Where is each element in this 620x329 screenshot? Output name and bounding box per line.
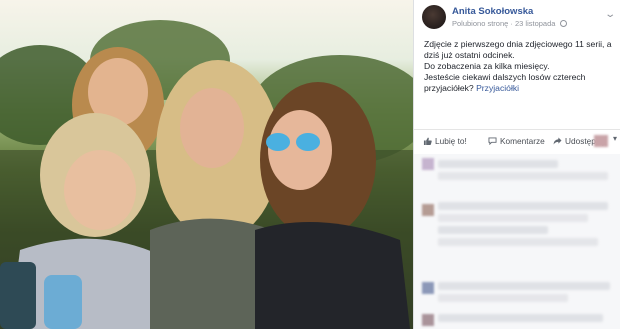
comment-icon (488, 137, 497, 145)
blurred-comment (438, 314, 603, 322)
comment-button[interactable]: Komentarze (488, 136, 545, 146)
blurred-comment (438, 238, 598, 246)
blurred-comment (438, 160, 558, 168)
blurred-comment (438, 214, 588, 222)
like-label: Lubię to! (435, 136, 467, 146)
author-name[interactable]: Anita Sokołowska (452, 6, 533, 17)
post-header: Anita Sokołowska Polubiono stronę · 23 l… (422, 5, 616, 31)
hashtag-link[interactable]: Przyjaciółki (476, 83, 519, 93)
commenter-avatar (422, 158, 434, 170)
blurred-comment (438, 202, 608, 210)
comments-section-blurred (414, 154, 620, 329)
chevron-down-icon[interactable]: ▾ (613, 134, 617, 143)
blurred-comment (438, 172, 608, 180)
like-button[interactable]: Lubię to! (423, 136, 467, 146)
blurred-comment (438, 294, 568, 302)
post-paragraph: Jesteście ciekawi dalszych losów czterec… (424, 72, 614, 94)
commenter-avatar (422, 204, 434, 216)
post-panel: Anita Sokołowska Polubiono stronę · 23 l… (413, 0, 620, 329)
post-paragraph: Do zobaczenia za kilka miesięcy. (424, 61, 550, 71)
post-actions: Lubię to! Komentarze Udostępnij ▾ (414, 129, 620, 155)
blurred-comment (438, 282, 610, 290)
share-audience-icon[interactable] (594, 135, 608, 147)
post-photo[interactable] (0, 0, 413, 329)
group-photo-illustration (0, 20, 413, 329)
post-text: Zdjęcie z pierwszego dnia zdjęciowego 11… (424, 39, 614, 94)
like-icon (423, 137, 432, 145)
commenter-avatar (422, 314, 434, 326)
comment-label: Komentarze (500, 136, 545, 146)
post-meta: Polubiono stronę · 23 listopada (452, 19, 567, 28)
chevron-down-icon[interactable]: ⌄ (604, 9, 616, 20)
blurred-comment (438, 226, 548, 234)
liked-page-label: Polubiono stronę (452, 19, 509, 28)
globe-icon (559, 20, 567, 27)
post-date[interactable]: 23 listopada (515, 19, 555, 28)
author-avatar[interactable] (422, 5, 446, 29)
commenter-avatar (422, 282, 434, 294)
post-paragraph: Zdjęcie z pierwszego dnia zdjęciowego 11… (424, 39, 612, 60)
share-icon (553, 137, 562, 145)
